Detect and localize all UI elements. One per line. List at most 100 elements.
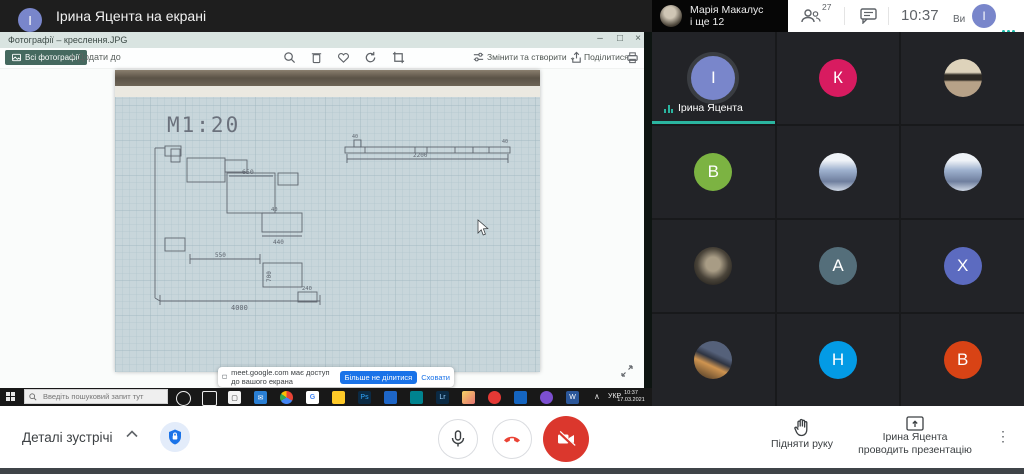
task-view-icon[interactable] xyxy=(202,391,217,406)
participant-tile[interactable]: В xyxy=(652,126,775,218)
mail-icon[interactable]: ✉ xyxy=(254,391,267,404)
rotate-icon[interactable] xyxy=(364,51,377,64)
leave-call-button[interactable] xyxy=(492,419,532,459)
meeting-details-button[interactable]: Деталі зустрічі xyxy=(22,430,112,445)
avatar-photo xyxy=(944,153,982,191)
meet-control-bar: Деталі зустрічі Піднят xyxy=(0,406,1024,468)
participant-tile[interactable] xyxy=(901,32,1024,124)
desk-edge xyxy=(115,70,540,86)
add-to-button[interactable]: + Додати до xyxy=(70,52,121,62)
participant-tile[interactable]: Х xyxy=(901,220,1024,312)
overlay-more: і ще 12 xyxy=(690,16,763,28)
participant-tile[interactable] xyxy=(652,314,775,406)
edit-create-icon xyxy=(472,51,485,64)
google-icon[interactable]: G xyxy=(306,391,319,404)
indesign-icon[interactable] xyxy=(514,391,527,404)
svg-text:4000: 4000 xyxy=(231,304,248,312)
photos-toolbar: Всі фотографії + Додати до xyxy=(0,48,644,69)
participant-tile[interactable]: К xyxy=(777,32,900,124)
scale-label: М1:20 xyxy=(167,113,240,137)
mic-icon xyxy=(451,430,465,448)
speaker-name: Ірина Яцента xyxy=(664,102,743,114)
zoom-icon[interactable] xyxy=(283,51,296,64)
avatar-photo xyxy=(694,341,732,379)
participant-tile[interactable] xyxy=(777,126,900,218)
browser-title-bar: Фотографії – креслення.JPG – □ × xyxy=(0,32,644,48)
more-options-icon[interactable]: ⋮ xyxy=(996,428,1010,445)
chat-icon[interactable] xyxy=(860,8,878,24)
svg-text:40: 40 xyxy=(352,134,358,140)
participant-tile[interactable]: Н xyxy=(777,314,900,406)
participants-count: 27 xyxy=(822,2,831,12)
window-minimize-button[interactable]: – xyxy=(592,33,608,44)
speaking-underline xyxy=(652,121,775,124)
screen-share-notification: meet.google.com має доступ до вашого екр… xyxy=(218,367,454,387)
avatar: В xyxy=(694,153,732,191)
notification-text: meet.google.com має доступ до вашого екр… xyxy=(231,368,335,386)
bottom-edge-strip xyxy=(0,468,1024,474)
shield-lock-icon xyxy=(168,429,182,445)
favorite-icon[interactable] xyxy=(337,51,350,64)
stop-sharing-button[interactable]: Більше не ділитися xyxy=(340,371,418,384)
print-icon[interactable] xyxy=(626,51,639,64)
svg-text:2200: 2200 xyxy=(413,152,428,159)
call-end-icon xyxy=(502,434,522,444)
start-button[interactable] xyxy=(6,392,16,402)
delete-icon[interactable] xyxy=(310,51,323,64)
browser-title: Фотографії – креслення.JPG xyxy=(8,35,127,45)
participant-tile[interactable] xyxy=(652,220,775,312)
avatar: Н xyxy=(819,341,857,379)
word-icon[interactable]: W xyxy=(566,391,579,404)
camera-off-icon xyxy=(556,431,576,447)
edit-create-button[interactable]: Змінити та створити ⌄ xyxy=(487,52,576,63)
raise-hand-button[interactable]: Підняти руку xyxy=(762,418,842,451)
svg-text:440: 440 xyxy=(273,239,284,246)
photo-icon xyxy=(12,53,21,62)
chevron-up-icon[interactable] xyxy=(126,430,138,438)
participants-grid: І Ірина Яцента К В А Х Н В xyxy=(652,32,1024,406)
lightroom-icon[interactable]: Lr xyxy=(436,391,449,404)
meeting-safety-button[interactable] xyxy=(160,422,190,452)
avatar: А xyxy=(819,247,857,285)
crop-icon[interactable] xyxy=(392,51,405,64)
app-blue-icon[interactable] xyxy=(384,391,397,404)
file-explorer-icon[interactable] xyxy=(332,391,345,404)
mic-button[interactable] xyxy=(438,419,478,459)
cortana-icon[interactable] xyxy=(176,391,191,406)
presenting-status[interactable]: Ірина Яцента проводить презентацію xyxy=(845,416,985,457)
participants-icon[interactable] xyxy=(800,8,822,24)
photoshop-icon[interactable]: Ps xyxy=(358,391,371,404)
presenter-label: Ірина Яцента на екрані xyxy=(56,0,206,32)
screen-share-area: Фотографії – креслення.JPG – □ × Всі фот… xyxy=(0,32,644,388)
expand-icon[interactable] xyxy=(620,364,634,378)
window-maximize-button[interactable]: □ xyxy=(612,33,628,44)
participant-tile[interactable]: А xyxy=(777,220,900,312)
participant-tile-speaker[interactable]: І Ірина Яцента xyxy=(652,32,775,124)
store-icon[interactable]: ▢ xyxy=(228,391,241,404)
raise-hand-icon xyxy=(793,418,811,438)
audio-indicator-icon xyxy=(664,104,673,113)
photo-drawing: М1:20 650 40 440 550 700 240 4000 2200 4… xyxy=(115,70,540,372)
taskbar-search[interactable] xyxy=(24,389,168,404)
app-teal-icon[interactable] xyxy=(410,391,423,404)
search-input[interactable] xyxy=(41,391,165,402)
acrobat-icon[interactable] xyxy=(488,391,501,404)
photos-app-icon[interactable] xyxy=(462,391,475,404)
share-button[interactable]: Поділитися xyxy=(584,52,629,62)
viber-icon[interactable] xyxy=(540,391,553,404)
participant-tile[interactable]: В xyxy=(901,314,1024,406)
svg-text:550: 550 xyxy=(215,252,226,259)
header-clock: 10:37 xyxy=(901,7,939,24)
avatar: Х xyxy=(944,247,982,285)
participant-tile[interactable] xyxy=(901,126,1024,218)
tray-clock[interactable]: 10:37 17.03.2021 xyxy=(612,390,650,404)
hide-notification-link[interactable]: Сховати xyxy=(421,373,450,382)
chrome-icon[interactable] xyxy=(280,391,293,404)
search-icon xyxy=(29,393,37,401)
account-avatar[interactable]: І xyxy=(972,4,996,28)
display-icon xyxy=(222,373,227,381)
camera-off-button[interactable] xyxy=(543,416,589,462)
avatar: І xyxy=(687,52,739,104)
avatar: В xyxy=(944,341,982,379)
meet-background-edge xyxy=(644,32,652,406)
